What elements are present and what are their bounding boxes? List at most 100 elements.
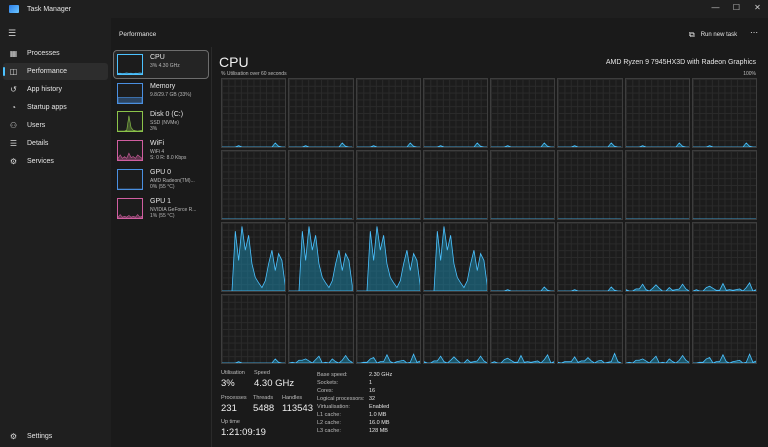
core-graph-2 <box>355 78 421 148</box>
core-graph-8 <box>221 150 287 220</box>
core-graph-21 <box>557 222 623 292</box>
core-graph-5 <box>557 78 623 148</box>
core-graph-25 <box>288 294 354 364</box>
device-item-disk[interactable]: Disk 0 (C:) SSD (NVMe) 3% <box>114 108 208 135</box>
spec-label: L2 cache: <box>317 420 341 426</box>
sidebar-item-startup-apps[interactable]: ◔ Startup apps <box>3 99 108 116</box>
window-title: Task Manager <box>27 5 71 13</box>
device-thumbnail <box>117 54 143 75</box>
core-series <box>626 79 689 147</box>
spec-value: Enabled <box>369 404 390 410</box>
core-graph-22 <box>624 222 690 292</box>
core-utilisation-area <box>693 354 756 363</box>
core-utilisation-area <box>692 283 756 291</box>
performance-graph-icon: ◫ <box>9 67 18 76</box>
core-graph-20 <box>490 222 556 292</box>
page-title: Performance <box>119 31 157 38</box>
cpu-heading: CPU <box>219 54 249 70</box>
title-bar: Task Manager — ☐ ✕ <box>0 0 768 18</box>
device-sparkline-area <box>118 97 142 103</box>
core-graph-24 <box>221 294 287 364</box>
more-options-icon[interactable]: ⋯ <box>750 28 758 37</box>
device-sparkline-area <box>118 214 142 218</box>
sidebar-item-details[interactable]: ☰ Details <box>3 135 108 152</box>
spec-logical-processors: Logical processors: 32 <box>317 396 407 404</box>
spec-value: 2.30 GHz <box>369 372 393 378</box>
device-sparkline <box>118 115 142 131</box>
spec-label: Base speed: <box>317 372 348 378</box>
sidebar-item-services[interactable]: ⚙ Services <box>3 153 108 170</box>
stat-handles: Handles 113543 <box>282 395 313 414</box>
core-graph-26 <box>355 294 421 364</box>
spec-virtualisation: Virtualisation: Enabled <box>317 404 407 412</box>
core-series <box>289 223 353 291</box>
core-series <box>222 223 286 291</box>
core-utilisation-area <box>558 143 621 147</box>
device-thumbnail <box>117 198 143 219</box>
settings-label: Settings <box>27 432 53 440</box>
stat-value: 5488 <box>253 403 275 414</box>
core-utilisation-area <box>491 287 554 291</box>
core-series <box>625 223 689 291</box>
spec-label: Logical processors: <box>317 396 365 402</box>
run-task-icon: ⧉ <box>689 30 695 39</box>
core-graph-4 <box>490 78 556 148</box>
core-graph-3 <box>422 78 488 148</box>
history-icon: ↺ <box>10 85 17 94</box>
close-icon[interactable]: ✕ <box>747 0 768 14</box>
device-item-memory[interactable]: Memory 9.8/29.7 GB (33%) <box>114 80 208 107</box>
device-name: Memory <box>150 83 176 90</box>
device-item-gpu1[interactable]: GPU 1 NVIDIA GeForce R... 1% (55 °C) <box>114 195 208 222</box>
core-graph-29 <box>557 294 623 364</box>
device-item-wifi[interactable]: WiFi WiFi 4 S: 0 R: 8.0 Kbps <box>114 137 208 164</box>
processes-grid-icon: ▦ <box>9 49 18 58</box>
sidebar-item-processes[interactable]: ▦ Processes <box>3 45 108 62</box>
device-detail: 3% 4.30 GHz <box>150 63 180 69</box>
sidebar-item-performance[interactable]: ◫ Performance <box>3 63 108 80</box>
stat-label: Up time <box>221 419 240 425</box>
stat-label: Handles <box>282 395 303 401</box>
core-series <box>491 151 554 219</box>
core-series <box>289 151 352 219</box>
spec-label: Cores: <box>317 388 334 394</box>
core-graph-31 <box>691 294 757 364</box>
core-series <box>491 295 555 363</box>
sidebar-item-label: Details <box>27 140 49 147</box>
sidebar-item-settings[interactable]: ⚙ Settings <box>3 428 52 444</box>
sidebar-item-label: Processes <box>27 50 60 57</box>
spec-value: 128 MB <box>369 428 388 434</box>
core-series <box>357 223 420 291</box>
device-sparkline-area <box>118 72 142 74</box>
spec-l1-cache: L1 cache: 1.0 MB <box>317 412 407 420</box>
device-item-cpu[interactable]: CPU 3% 4.30 GHz <box>113 50 209 79</box>
device-detail-2: S: 0 R: 8.0 Kbps <box>150 155 187 161</box>
core-series <box>558 151 621 219</box>
device-name: WiFi <box>150 140 164 147</box>
core-series <box>491 223 554 291</box>
device-detail-2: 3% <box>150 126 158 132</box>
core-graph-18 <box>355 222 421 292</box>
core-series <box>692 223 756 291</box>
device-thumbnail <box>117 140 143 161</box>
core-graph-11 <box>422 150 488 220</box>
core-series <box>558 295 622 363</box>
run-new-task-label: Run new task <box>700 32 738 38</box>
hamburger-menu-icon[interactable]: ☰ <box>8 28 16 39</box>
device-item-gpu0[interactable]: GPU 0 AMD Radeon(TM)... 0% (55 °C) <box>114 166 208 193</box>
startup-speedometer-icon: ◔ <box>11 103 16 112</box>
maximize-icon[interactable]: ☐ <box>726 0 747 14</box>
spec-label: L3 cache: <box>317 428 341 434</box>
core-graph-0 <box>221 78 287 148</box>
core-series <box>558 223 621 291</box>
spec-l2-cache: L2 cache: 16.0 MB <box>317 420 407 428</box>
stat-value: 4.30 GHz <box>254 378 295 389</box>
minimize-icon[interactable]: — <box>705 0 726 14</box>
core-graph-15 <box>691 150 757 220</box>
sidebar-item-users[interactable]: ⚇ Users <box>3 117 108 134</box>
core-utilisation-area <box>491 143 554 147</box>
core-utilisation-area <box>558 353 622 363</box>
core-graph-14 <box>624 150 690 220</box>
run-new-task-button[interactable]: ⧉ Run new task <box>689 28 737 42</box>
device-name: GPU 1 <box>150 198 172 205</box>
sidebar-item-app-history[interactable]: ↺ App history <box>3 81 108 98</box>
